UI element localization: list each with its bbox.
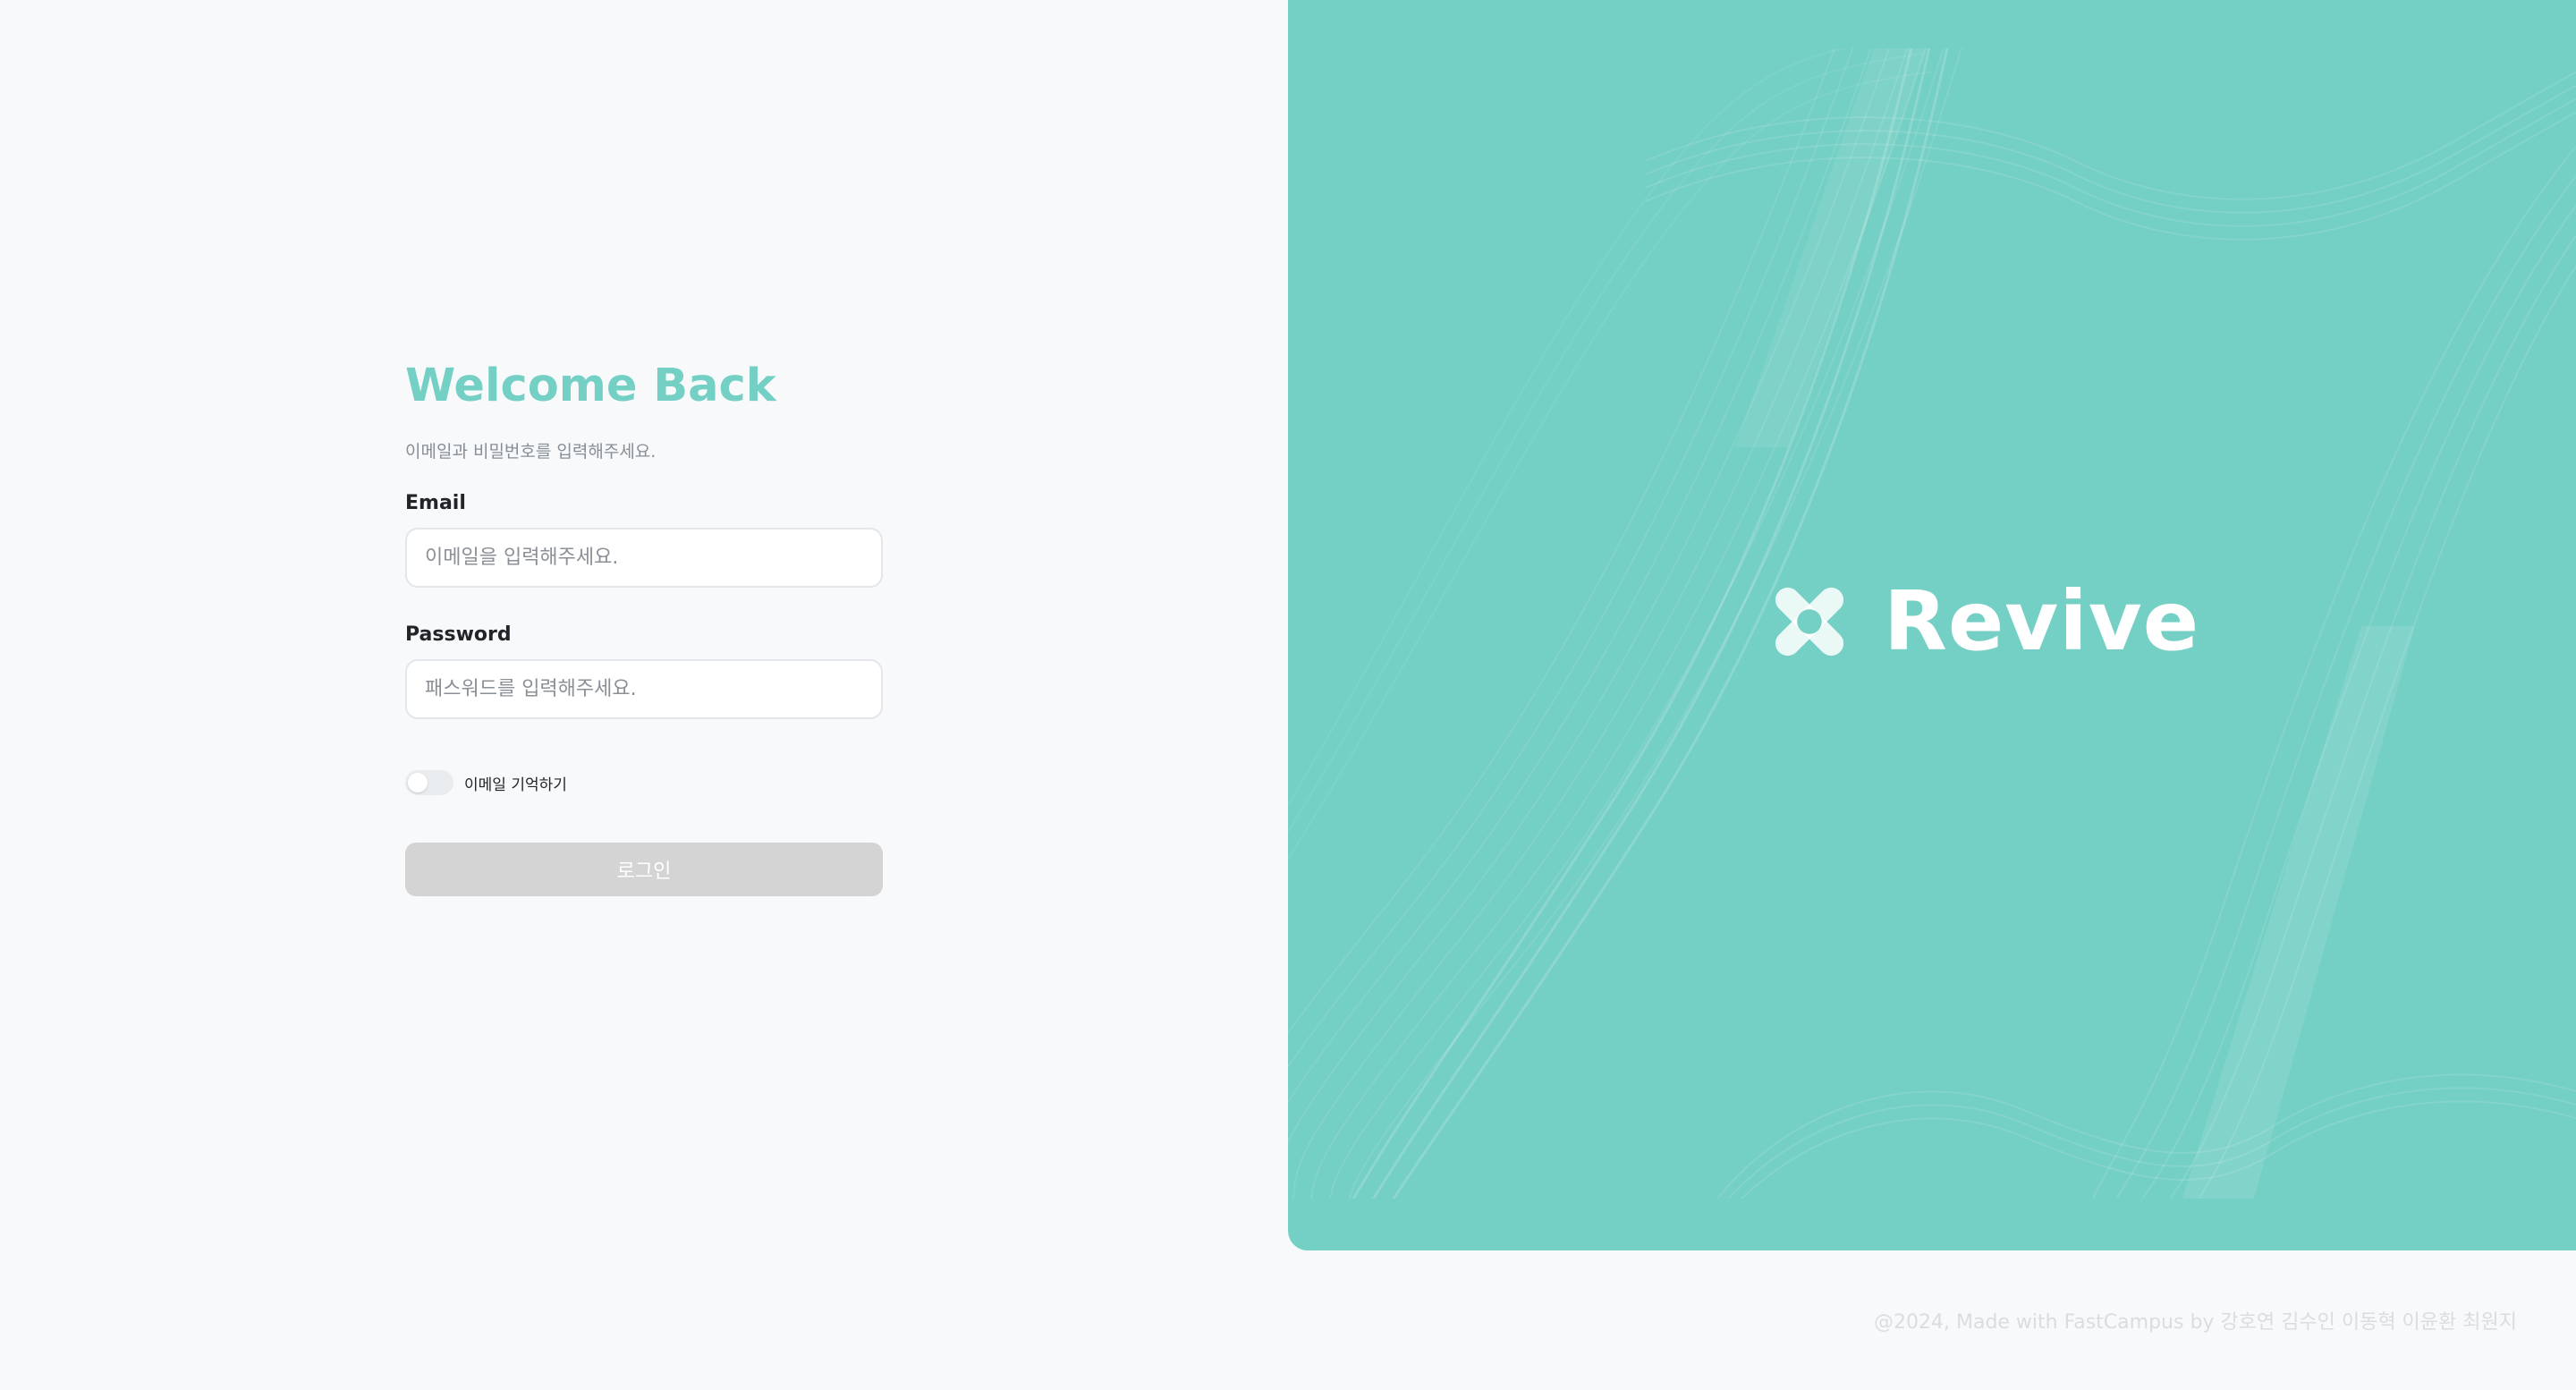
remember-email-label: 이메일 기억하기 xyxy=(464,776,567,794)
login-button[interactable]: 로그인 xyxy=(405,843,883,896)
remember-email-toggle[interactable] xyxy=(405,770,453,795)
password-field[interactable] xyxy=(405,659,883,719)
toggle-knob xyxy=(408,773,428,792)
brand-name: Revive xyxy=(1884,573,2200,669)
email-field[interactable] xyxy=(405,528,883,588)
remember-email-row: 이메일 기억하기 xyxy=(405,769,883,796)
brand-panel: Revive xyxy=(1288,0,2576,1250)
login-form: Welcome Back 이메일과 비밀번호를 입력해주세요. Email Pa… xyxy=(405,351,883,896)
cross-x-logo-icon xyxy=(1775,587,1844,657)
password-label: Password xyxy=(405,623,512,646)
login-page: Welcome Back 이메일과 비밀번호를 입력해주세요. Email Pa… xyxy=(0,0,2576,1390)
email-label: Email xyxy=(405,492,466,514)
footer-credits: @2024, Made with FastCampus by 강호연 김수인 이… xyxy=(1874,1311,2517,1334)
page-subtitle: 이메일과 비밀번호를 입력해주세요. xyxy=(405,442,657,462)
page-title: Welcome Back xyxy=(405,360,776,412)
brand-logo: Revive xyxy=(1771,572,2199,671)
